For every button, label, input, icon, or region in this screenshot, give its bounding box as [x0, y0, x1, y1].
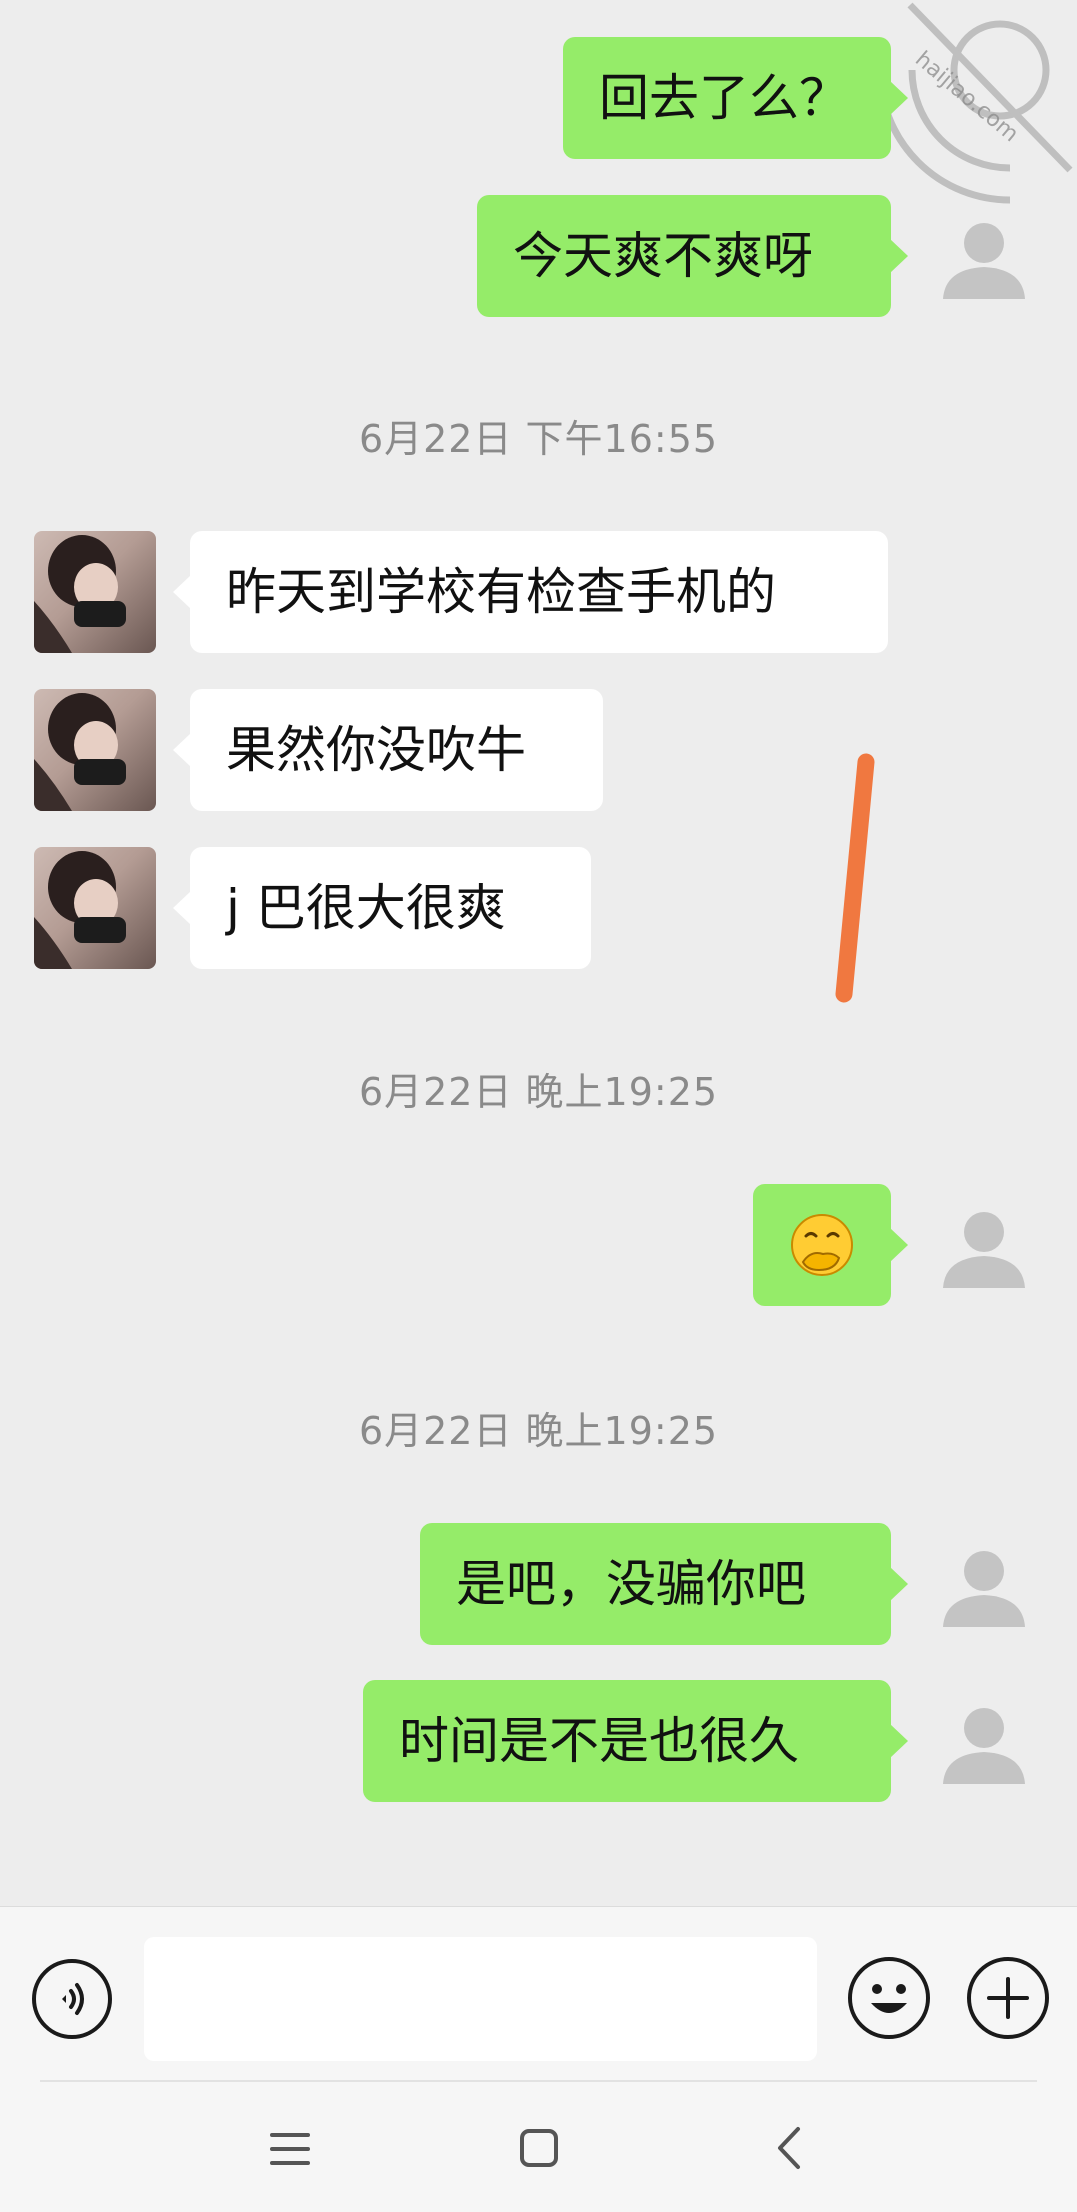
smiley-icon — [871, 1984, 907, 2013]
message-bubble-outgoing[interactable]: 今天爽不爽呀 — [477, 195, 908, 317]
default-avatar-icon[interactable] — [937, 1694, 1031, 1788]
menu-icon[interactable] — [268, 2129, 312, 2169]
timestamp-partial — [0, 1880, 1077, 1906]
contact-avatar[interactable] — [34, 847, 156, 969]
message-input[interactable] — [144, 1937, 817, 2061]
message-bubble-outgoing[interactable]: 回去了么？ — [563, 37, 908, 159]
timestamp: 6月22日 下午16:55 — [358, 417, 719, 461]
message-bubble-outgoing-emoji[interactable] — [753, 1184, 908, 1306]
voice-input-button[interactable] — [32, 1959, 112, 2039]
contact-avatar[interactable] — [34, 531, 156, 653]
timestamp: 6月22日 晚上19:25 — [358, 1070, 719, 1114]
annotation-stroke — [835, 753, 875, 1003]
default-avatar-icon[interactable] — [937, 209, 1031, 303]
message-bubble-incoming[interactable]: 昨天到学校有检查手机的 — [173, 531, 888, 653]
default-avatar-icon[interactable] — [937, 1198, 1031, 1292]
voice-wave-icon — [62, 1983, 84, 2015]
plus-icon — [987, 1977, 1029, 2019]
message-bubble-incoming[interactable]: j 巴很大很爽 — [173, 847, 591, 969]
emoji-button[interactable] — [848, 1957, 930, 2039]
back-chevron-icon[interactable] — [774, 2125, 804, 2171]
divider — [40, 2080, 1037, 2082]
more-functions-button[interactable] — [967, 1957, 1049, 2039]
timestamp: 6月22日 晚上19:25 — [358, 1409, 719, 1453]
message-bubble-outgoing[interactable]: 时间是不是也很久 — [363, 1680, 908, 1802]
smile-with-hand-over-mouth-icon — [791, 1214, 853, 1276]
home-square-icon[interactable] — [518, 2127, 560, 2169]
input-toolbar — [0, 1906, 1077, 2212]
contact-avatar[interactable] — [34, 689, 156, 811]
default-avatar-icon[interactable] — [937, 1537, 1031, 1631]
chat-area[interactable]: haijiao.com 回去了么？ 今天爽不爽呀 6月22日 下午16:55 昨… — [0, 0, 1077, 1906]
message-bubble-incoming[interactable]: 果然你没吹牛 — [173, 689, 603, 811]
message-bubble-outgoing[interactable]: 是吧，没骗你吧 — [420, 1523, 908, 1645]
